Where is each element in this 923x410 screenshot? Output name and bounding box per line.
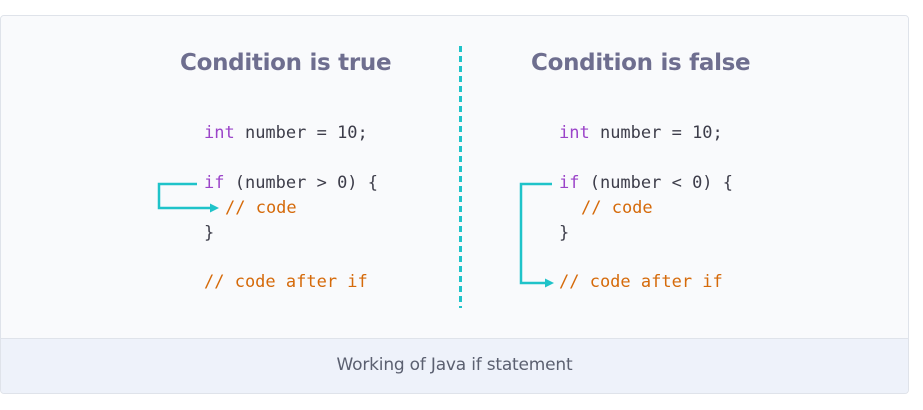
right-flow-arrow (519, 182, 554, 288)
left-arrow-path (157, 182, 211, 210)
flow-arrows (157, 46, 554, 308)
caption-bar: Working of Java if statement (1, 338, 908, 393)
right-arrow-path (519, 182, 552, 285)
figure-caption: Working of Java if statement (336, 355, 573, 375)
right-arrowhead (545, 278, 554, 288)
left-arrowhead (210, 203, 219, 213)
figure-card: Condition is true Condition is false int… (0, 15, 909, 394)
left-flow-arrow (157, 182, 219, 213)
diagram-area: Condition is true Condition is false int… (1, 16, 908, 338)
